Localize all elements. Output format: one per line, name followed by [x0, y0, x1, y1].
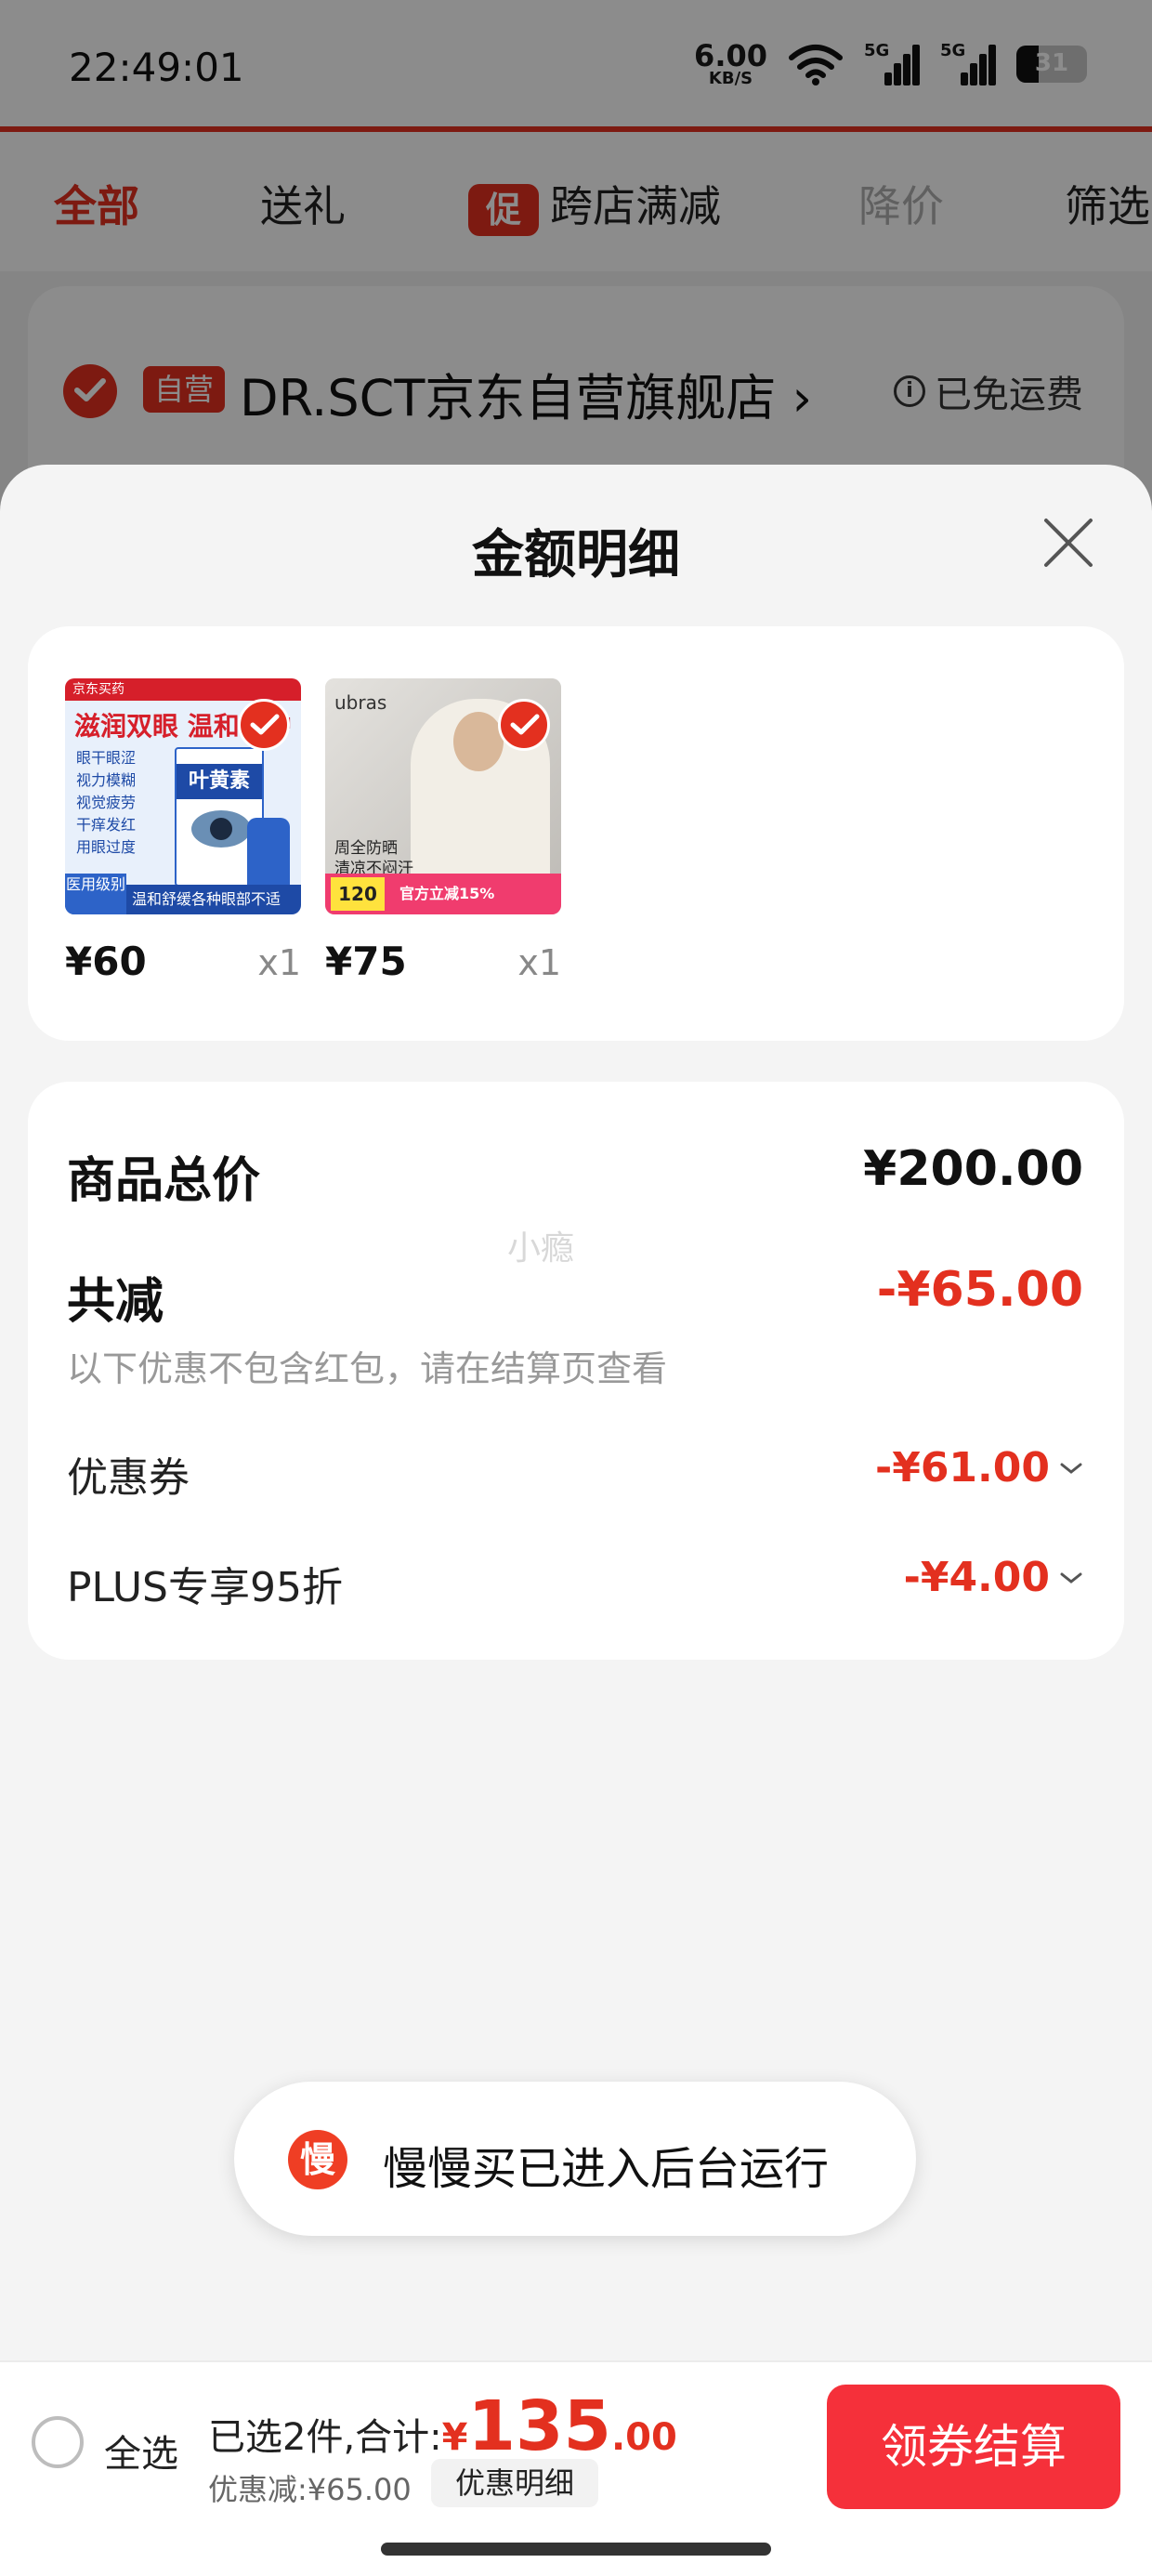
- model-head-graphic: [453, 712, 504, 771]
- select-all-label[interactable]: 全选: [104, 2424, 178, 2477]
- benefit-item: 视觉疲劳: [76, 794, 137, 811]
- benefit-item: 干痒发红: [76, 816, 137, 834]
- reduction-value: -¥65.00: [876, 1262, 1083, 1318]
- product-quantity: x1: [517, 942, 561, 983]
- product-box-name: 叶黄素: [177, 764, 262, 799]
- product-item[interactable]: ubras 周全防晒 清凉不闷汗 120 官方立减15% ¥75 x1: [325, 678, 561, 984]
- sheet-title: 金额明细: [472, 525, 680, 585]
- coupon-value-toggle[interactable]: -¥61.00: [875, 1444, 1083, 1492]
- product-quantity: x1: [257, 942, 301, 983]
- plus-discount-toggle[interactable]: -¥4.00: [904, 1554, 1083, 1601]
- selected-products: 京东买药 滋润双眼 温和呵护 眼干眼涩 视力模糊 视觉疲劳 干痒发红 用眼过度 …: [28, 626, 1124, 1041]
- image-brand: ubras: [334, 691, 387, 714]
- discount-summary: 优惠减:¥65.00: [208, 2472, 412, 2507]
- product-image: 京东买药 滋润双眼 温和呵护 眼干眼涩 视力模糊 视觉疲劳 干痒发红 用眼过度 …: [65, 678, 301, 914]
- image-top-label: 京东买药: [65, 678, 301, 701]
- eye-graphic: [191, 810, 251, 848]
- benefit-item: 用眼过度: [76, 838, 137, 856]
- discount-detail-button[interactable]: 优惠明细: [431, 2459, 598, 2507]
- product-image: ubras 周全防晒 清凉不闷汗 120 官方立减15%: [325, 678, 561, 914]
- image-price-tag: 120: [331, 877, 385, 911]
- amount-integer: 135: [467, 2386, 611, 2466]
- chevron-down-icon: [1060, 1572, 1082, 1584]
- medical-grade-badge: 医用级别: [65, 874, 126, 914]
- currency-symbol: ¥: [441, 2416, 468, 2459]
- plus-discount-value: -¥4.00: [903, 1554, 1050, 1601]
- total-value: ¥200.00: [863, 1141, 1083, 1197]
- background-running-toast: 慢 慢慢买已进入后台运行: [234, 2082, 916, 2236]
- discount-note: 以下优惠不包含红包，请在结算页查看: [67, 1348, 668, 1389]
- select-all-checkbox[interactable]: [32, 2416, 84, 2468]
- benefit-item: 眼干眼涩: [76, 749, 137, 767]
- summary-prefix: 已选2件,合计:: [208, 2416, 442, 2459]
- watermark: 小瘾: [507, 1229, 575, 1268]
- total-label: 商品总价: [67, 1153, 261, 1209]
- total-summary: 已选2件,合计: ¥ 135 .00: [208, 2386, 677, 2466]
- amount-decimal: .00: [610, 2416, 677, 2459]
- price-breakdown: 商品总价 ¥200.00 小瘾 共减 -¥65.00 以下优惠不包含红包，请在结…: [28, 1082, 1124, 1660]
- coupon-value: -¥61.00: [874, 1444, 1050, 1492]
- checkout-button[interactable]: 领券结算: [827, 2385, 1120, 2509]
- home-indicator[interactable]: [381, 2543, 771, 2556]
- plus-discount-label: PLUS专享95折: [67, 1564, 343, 1611]
- image-discount-text: 官方立减15%: [399, 885, 495, 902]
- reduction-label: 共减: [67, 1274, 164, 1330]
- product-check-icon: [498, 699, 550, 751]
- price-detail-sheet: 金额明细 京东买药 滋润双眼 温和呵护 眼干眼涩 视力模糊 视觉疲劳 干痒发红 …: [0, 465, 1152, 2360]
- close-icon[interactable]: [1039, 513, 1098, 572]
- coupon-label: 优惠券: [67, 1454, 190, 1502]
- product-item[interactable]: 京东买药 滋润双眼 温和呵护 眼干眼涩 视力模糊 视觉疲劳 干痒发红 用眼过度 …: [65, 678, 301, 984]
- product-check-icon: [238, 699, 290, 751]
- chevron-down-icon: [1060, 1463, 1082, 1474]
- product-price: ¥60: [65, 939, 147, 984]
- toast-message: 慢慢买已进入后台运行: [383, 2143, 830, 2195]
- caption-line: 周全防晒: [334, 839, 398, 858]
- benefit-item: 视力模糊: [76, 771, 137, 789]
- image-benefit-list: 眼干眼涩 视力模糊 视觉疲劳 干痒发红 用眼过度: [76, 747, 136, 859]
- manmanmai-app-icon: 慢: [288, 2130, 347, 2189]
- product-price: ¥75: [325, 939, 407, 984]
